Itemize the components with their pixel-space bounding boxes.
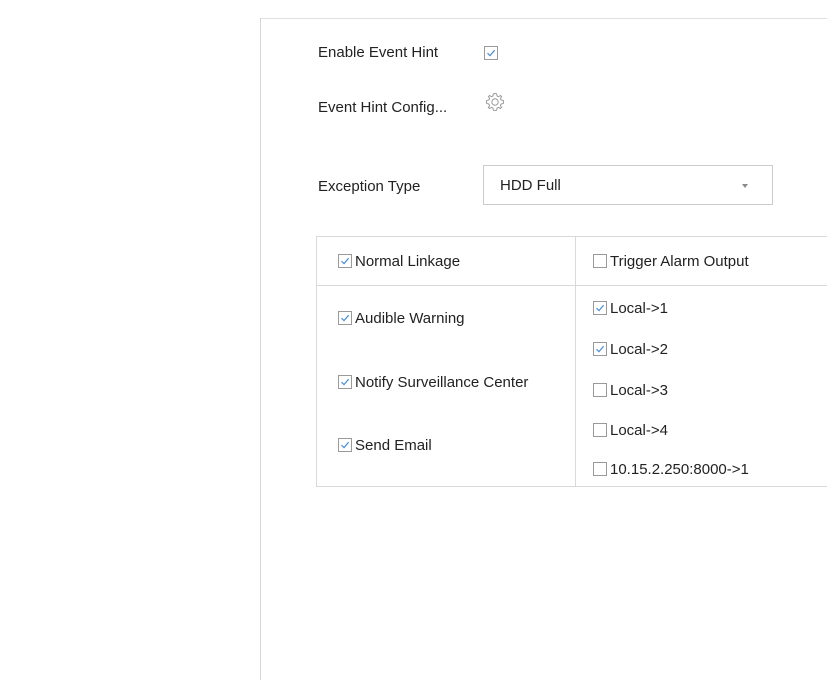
trigger-alarm-output-header[interactable]: Trigger Alarm Output bbox=[593, 251, 749, 271]
gear-icon[interactable] bbox=[484, 91, 506, 113]
normal-linkage-label: Normal Linkage bbox=[355, 252, 461, 270]
exception-type-select[interactable]: HDD Full bbox=[483, 165, 773, 205]
checkmark-icon bbox=[596, 345, 605, 353]
table-column-divider bbox=[575, 236, 576, 487]
local-1-label: Local->1 bbox=[610, 299, 668, 317]
checkmark-icon bbox=[487, 49, 496, 57]
list-item-local-3[interactable]: Local->3 bbox=[593, 380, 668, 400]
checkmark-icon bbox=[341, 314, 350, 322]
normal-linkage-checkbox[interactable] bbox=[338, 254, 352, 268]
panel-top-border bbox=[260, 18, 827, 19]
remote-output-checkbox[interactable] bbox=[593, 462, 607, 476]
list-item-audible-warning[interactable]: Audible Warning bbox=[338, 308, 465, 328]
list-item-notify-surveillance-center[interactable]: Notify Surveillance Center bbox=[338, 372, 528, 392]
exception-type-label: Exception Type bbox=[318, 178, 421, 195]
audible-warning-label: Audible Warning bbox=[355, 309, 465, 327]
list-item-local-2[interactable]: Local->2 bbox=[593, 339, 668, 359]
enable-event-hint-label: Enable Event Hint bbox=[318, 44, 439, 61]
notify-surveillance-center-label: Notify Surveillance Center bbox=[355, 373, 529, 391]
panel-left-border bbox=[260, 18, 261, 680]
event-hint-config-label: Event Hint Config... bbox=[318, 99, 448, 116]
enable-event-hint-checkbox[interactable] bbox=[484, 46, 498, 60]
list-item-send-email[interactable]: Send Email bbox=[338, 435, 432, 455]
checkmark-icon bbox=[596, 304, 605, 312]
send-email-checkbox[interactable] bbox=[338, 438, 352, 452]
table-header-divider bbox=[316, 285, 827, 286]
local-4-checkbox[interactable] bbox=[593, 423, 607, 437]
notify-surveillance-center-checkbox[interactable] bbox=[338, 375, 352, 389]
list-item-remote-output[interactable]: 10.15.2.250:8000->1 bbox=[593, 459, 749, 479]
checkmark-icon bbox=[341, 441, 350, 449]
local-2-checkbox[interactable] bbox=[593, 342, 607, 356]
audible-warning-checkbox[interactable] bbox=[338, 311, 352, 325]
event-exception-page: Enable Event Hint Event Hint Config... E… bbox=[0, 0, 827, 680]
checkmark-icon bbox=[341, 378, 350, 386]
local-1-checkbox[interactable] bbox=[593, 301, 607, 315]
list-item-local-1[interactable]: Local->1 bbox=[593, 298, 668, 318]
send-email-label: Send Email bbox=[355, 436, 432, 454]
exception-type-value: HDD Full bbox=[500, 177, 561, 194]
checkmark-icon bbox=[341, 257, 350, 265]
trigger-alarm-output-label: Trigger Alarm Output bbox=[610, 252, 749, 270]
list-item-local-4[interactable]: Local->4 bbox=[593, 420, 668, 440]
local-2-label: Local->2 bbox=[610, 340, 668, 358]
local-4-label: Local->4 bbox=[610, 421, 668, 439]
local-3-checkbox[interactable] bbox=[593, 383, 607, 397]
trigger-alarm-output-checkbox[interactable] bbox=[593, 254, 607, 268]
normal-linkage-header[interactable]: Normal Linkage bbox=[338, 251, 460, 271]
local-3-label: Local->3 bbox=[610, 381, 668, 399]
chevron-down-icon bbox=[742, 184, 748, 188]
remote-output-label: 10.15.2.250:8000->1 bbox=[610, 460, 749, 478]
